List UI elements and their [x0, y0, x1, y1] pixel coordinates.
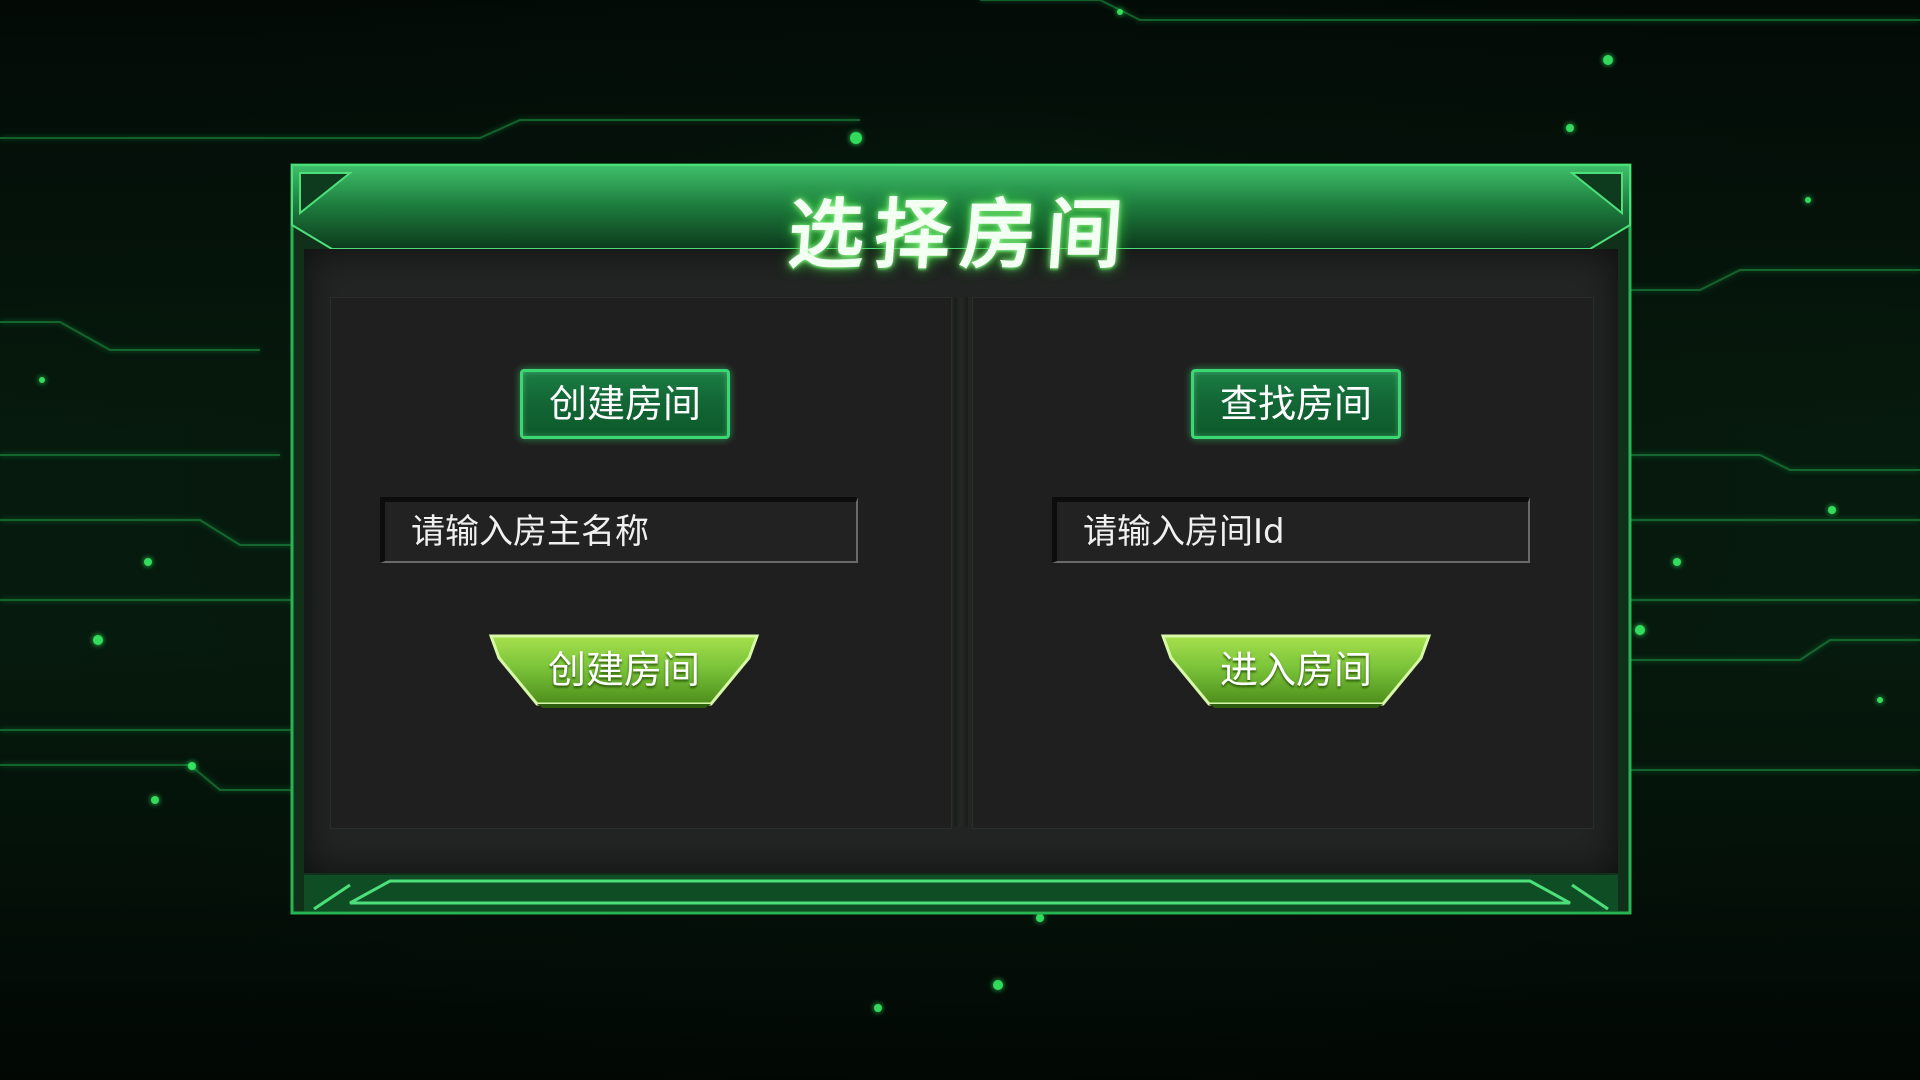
- find-room-tab[interactable]: 查找房间: [1191, 369, 1401, 439]
- section-divider: [954, 297, 968, 827]
- create-room-button-label: 创建房间: [547, 648, 700, 692]
- game-screen: 选择房间 创建房间 创建房间 查找房间: [0, 0, 1920, 1080]
- host-name-input[interactable]: [380, 497, 858, 563]
- create-room-tab[interactable]: 创建房间: [520, 369, 730, 439]
- page-title: 选择房间: [785, 190, 1136, 279]
- room-id-input[interactable]: [1052, 497, 1530, 563]
- join-room-button[interactable]: 进入房间: [1159, 632, 1433, 710]
- join-room-button-label: 进入房间: [1219, 648, 1372, 692]
- create-room-button[interactable]: 创建房间: [487, 632, 761, 710]
